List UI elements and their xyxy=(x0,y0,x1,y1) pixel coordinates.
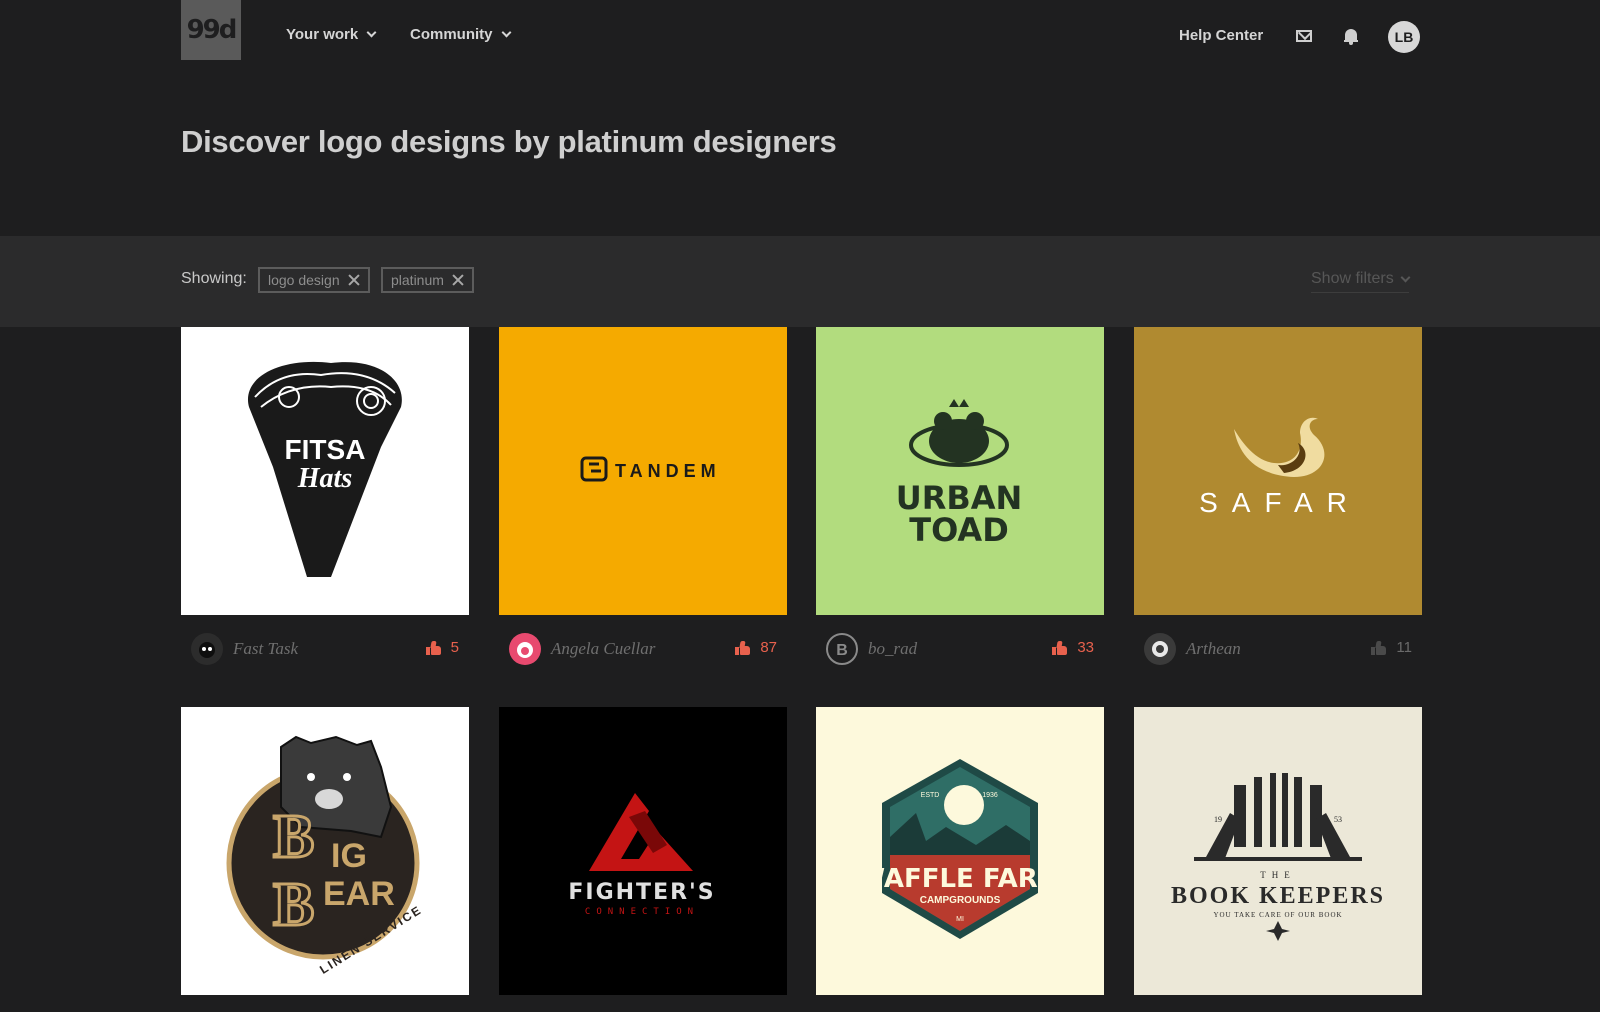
design-thumbnail[interactable]: B IG B EAR LINEN SERVICE xyxy=(181,707,469,995)
help-center-link[interactable]: Help Center xyxy=(1179,27,1263,44)
design-thumbnail[interactable]: FITSA Hats xyxy=(181,327,469,615)
svg-text:B: B xyxy=(273,871,314,939)
svg-text:B: B xyxy=(836,642,848,659)
show-filters-button[interactable]: Show filters xyxy=(1311,270,1411,293)
top-navigation-bar: 99d Your work Community Help Center LB xyxy=(0,0,1600,74)
svg-text:SAFAR: SAFAR xyxy=(1199,487,1361,518)
logo-text: 99d xyxy=(186,15,238,45)
designer-avatar[interactable] xyxy=(509,633,541,665)
svg-text:ESTD: ESTD xyxy=(921,792,940,799)
safar-swan-logo: SAFAR xyxy=(1199,417,1361,518)
user-avatar[interactable]: LB xyxy=(1388,21,1420,53)
nav-your-work[interactable]: Your work xyxy=(286,26,377,43)
designer-name[interactable]: Angela Cuellar xyxy=(551,639,655,659)
design-meta: B bo_rad 33 xyxy=(816,629,1104,669)
like-count[interactable]: 11 xyxy=(1371,639,1412,656)
big-bear-logo: B IG B EAR LINEN SERVICE xyxy=(226,735,425,977)
99designs-logo[interactable]: 99d xyxy=(181,0,241,60)
designer-avatar[interactable] xyxy=(191,633,223,665)
thumbs-up-icon xyxy=(735,640,751,655)
design-meta: Angela Cuellar 87 xyxy=(499,629,787,669)
svg-text:19: 19 xyxy=(1214,815,1222,824)
close-icon[interactable] xyxy=(452,274,464,286)
design-thumbnail[interactable]: THE BOOK KEEPERS YOU TAKE CARE OF OUR BO… xyxy=(1134,707,1422,995)
thumbs-up-icon xyxy=(1371,640,1387,655)
filter-chip-logo-design: logo design xyxy=(258,267,370,293)
design-thumbnail[interactable]: WAFFLE FARM CAMPGROUNDS ESTD 1936 MI xyxy=(816,707,1104,995)
svg-text:CAMPGROUNDS: CAMPGROUNDS xyxy=(920,895,1001,906)
svg-text:Hats: Hats xyxy=(297,463,353,494)
like-count-value: 87 xyxy=(760,639,777,656)
svg-text:EAR: EAR xyxy=(323,875,395,913)
filter-chip-platinum: platinum xyxy=(381,267,474,293)
fighters-connection-logo: FIGHTER'S CONNECTION xyxy=(568,793,715,917)
like-count-value: 5 xyxy=(450,639,459,656)
nav-community-label: Community xyxy=(410,26,493,43)
design-card: THE BOOK KEEPERS YOU TAKE CARE OF OUR BO… xyxy=(1134,707,1422,995)
design-thumbnail[interactable]: TANDEM xyxy=(499,327,787,615)
designer-name[interactable]: bo_rad xyxy=(868,639,917,659)
design-card: WAFFLE FARM CAMPGROUNDS ESTD 1936 MI xyxy=(816,707,1104,995)
chevron-down-icon xyxy=(501,27,511,38)
svg-text:THE: THE xyxy=(1260,870,1296,880)
svg-text:WAFFLE FARM: WAFFLE FARM xyxy=(856,864,1063,894)
like-count[interactable]: 5 xyxy=(425,639,459,656)
svg-text:TANDEM: TANDEM xyxy=(615,461,721,481)
chevron-down-icon xyxy=(1400,272,1411,282)
design-card: SAFAR Arthean 11 xyxy=(1134,327,1422,669)
designer-avatar[interactable] xyxy=(1144,633,1176,665)
mail-icon[interactable] xyxy=(1296,30,1312,42)
show-filters-label: Show filters xyxy=(1311,270,1394,287)
svg-text:1936: 1936 xyxy=(982,792,998,799)
close-icon[interactable] xyxy=(348,274,360,286)
like-count-value: 11 xyxy=(1396,639,1412,656)
svg-text:FITSA: FITSA xyxy=(285,434,366,465)
filter-chip-label: platinum xyxy=(391,272,444,288)
svg-text:IG: IG xyxy=(331,837,367,875)
design-thumbnail[interactable]: URBAN TOAD xyxy=(816,327,1104,615)
svg-text:TOAD: TOAD xyxy=(909,511,1009,549)
nav-your-work-label: Your work xyxy=(286,26,359,43)
nav-community[interactable]: Community xyxy=(410,26,511,43)
svg-text:MI: MI xyxy=(956,916,964,923)
design-card: FIGHTER'S CONNECTION xyxy=(499,707,787,995)
waffle-farm-logo: WAFFLE FARM CAMPGROUNDS ESTD 1936 MI xyxy=(856,759,1064,939)
design-meta: Arthean 11 xyxy=(1134,629,1422,669)
like-count[interactable]: 87 xyxy=(735,639,777,656)
like-count-value: 33 xyxy=(1077,639,1094,656)
design-meta: Fast Task 5 xyxy=(181,629,469,669)
design-card: URBAN TOAD B bo_rad 33 xyxy=(816,327,1104,669)
designer-name[interactable]: Arthean xyxy=(1186,639,1241,659)
filter-chip-label: logo design xyxy=(268,272,340,288)
page-title: Discover logo designs by platinum design… xyxy=(181,124,837,159)
svg-text:YOU TAKE CARE OF OUR BOOK: YOU TAKE CARE OF OUR BOOK xyxy=(1213,911,1342,919)
urban-toad-logo: URBAN TOAD xyxy=(896,399,1022,549)
like-count[interactable]: 33 xyxy=(1052,639,1094,656)
design-card: TANDEM Angela Cuellar 87 xyxy=(499,327,787,669)
svg-text:B: B xyxy=(273,803,314,871)
tandem-logo: TANDEM xyxy=(580,456,721,482)
design-thumbnail[interactable]: SAFAR xyxy=(1134,327,1422,615)
svg-text:CONNECTION: CONNECTION xyxy=(585,907,699,917)
design-card: B IG B EAR LINEN SERVICE xyxy=(181,707,469,995)
thumbs-up-icon xyxy=(425,640,441,655)
book-keepers-logo: THE BOOK KEEPERS YOU TAKE CARE OF OUR BO… xyxy=(1171,773,1385,941)
showing-label: Showing: xyxy=(181,270,247,287)
design-card: FITSA Hats Fast Task 5 xyxy=(181,327,469,669)
svg-text:BOOK KEEPERS: BOOK KEEPERS xyxy=(1171,883,1385,909)
svg-text:FIGHTER'S: FIGHTER'S xyxy=(568,880,715,905)
svg-text:53: 53 xyxy=(1334,815,1342,824)
filter-bar: Showing: logo design platinum Show filte… xyxy=(0,236,1600,327)
bell-icon[interactable] xyxy=(1344,28,1358,45)
fitsa-hats-logo: FITSA Hats xyxy=(247,361,402,577)
designer-avatar[interactable]: B xyxy=(826,633,858,665)
designer-name[interactable]: Fast Task xyxy=(233,639,298,659)
chevron-down-icon xyxy=(366,27,377,38)
thumbs-up-icon xyxy=(1052,640,1068,655)
design-thumbnail[interactable]: FIGHTER'S CONNECTION xyxy=(499,707,787,995)
